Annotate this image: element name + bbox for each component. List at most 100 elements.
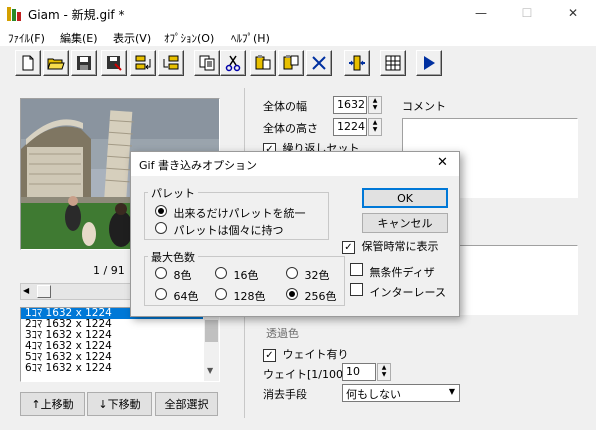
save-as-icon <box>107 56 122 71</box>
colors-16-radio[interactable]: 16色 <box>215 267 259 283</box>
wait-enabled-checkbox[interactable]: ✓ ウェイト有り <box>263 346 349 362</box>
export-frames-button[interactable] <box>158 50 184 76</box>
menu-bar: ﾌｧｲﾙ(F) 編集(E) 表示(V) ｵﾌﾟｼｮﾝ(O) ﾍﾙﾌﾟ(H) <box>0 28 596 46</box>
wait-input[interactable]: 10 <box>342 363 376 381</box>
total-height-input[interactable]: 1224 <box>333 118 367 136</box>
palette-individual-label: パレットは個々に持つ <box>173 224 284 237</box>
new-file-icon <box>22 55 34 71</box>
open-button[interactable] <box>43 50 69 76</box>
delete-x-icon <box>312 56 326 70</box>
dialog-title: Gif 書き込みオプション <box>139 159 257 172</box>
cancel-button[interactable]: キャンセル <box>362 213 448 233</box>
colors-32-radio[interactable]: 32色 <box>286 267 330 283</box>
transparent-color-label: 透過色 <box>266 327 299 340</box>
always-show-checkbox[interactable]: ✓ 保管時常に表示 <box>342 238 439 254</box>
menu-help[interactable]: ﾍﾙﾌﾟ(H) <box>231 30 270 46</box>
new-file-button[interactable] <box>15 50 41 76</box>
total-width-input[interactable]: 1632 <box>333 96 367 114</box>
disposal-select[interactable]: 何もしない ▼ <box>342 384 460 402</box>
select-all-button[interactable]: 全部選択 <box>155 392 218 416</box>
colors-64-radio-dot[interactable] <box>155 288 167 300</box>
maximize-button[interactable]: ☐ <box>504 0 550 28</box>
giam-app-icon <box>7 7 21 21</box>
save-as-button[interactable] <box>101 50 127 76</box>
palette-unify-label: 出来るだけパレットを統一 <box>173 207 306 220</box>
page-counter: 1 / 91 <box>93 264 125 277</box>
total-height-spinner[interactable]: ▲ ▼ <box>368 118 382 136</box>
delete-button[interactable] <box>306 50 332 76</box>
colors-256-radio[interactable]: 256色 <box>286 288 337 304</box>
scroll-left-icon[interactable]: ◀ <box>23 286 29 295</box>
copy-icon <box>199 55 215 71</box>
colors-32-label: 32色 <box>304 269 330 282</box>
colors-16-label: 16色 <box>233 269 259 282</box>
export-icon <box>163 55 179 70</box>
wait-unit-label: ウェイト[1/100s] <box>263 368 354 381</box>
colors-64-label: 64色 <box>173 290 199 303</box>
paste-before-button[interactable] <box>250 50 276 76</box>
cut-button[interactable] <box>220 50 246 76</box>
menu-options[interactable]: ｵﾌﾟｼｮﾝ(O) <box>164 30 214 46</box>
disposal-label: 消去手段 <box>263 388 307 401</box>
menu-view[interactable]: 表示(V) <box>113 30 151 46</box>
colors-256-radio-dot[interactable] <box>286 288 298 300</box>
dialog-title-bar: Gif 書き込みオプション ✕ <box>131 152 459 176</box>
colors-128-radio[interactable]: 128色 <box>215 288 266 304</box>
colors-8-radio[interactable]: 8色 <box>155 267 192 283</box>
minimize-button[interactable]: — <box>458 0 504 28</box>
dialog-close-icon[interactable]: ✕ <box>437 155 448 170</box>
frame-list[interactable]: 1ｺﾏ 1632 x 1224 2ｺﾏ 1632 x 1224 3ｺﾏ 1632… <box>20 307 220 382</box>
move-down-button[interactable]: ↓下移動 <box>87 392 152 416</box>
frame-list-item[interactable]: 6ｺﾏ 1632 x 1224 <box>21 363 203 374</box>
interlace-check[interactable] <box>350 283 363 296</box>
colors-128-label: 128色 <box>233 290 266 303</box>
scissors-icon <box>225 55 241 72</box>
palette-individual-radio[interactable]: パレットは個々に持つ <box>155 222 284 238</box>
colors-64-radio[interactable]: 64色 <box>155 288 199 304</box>
fit-button[interactable] <box>344 50 370 76</box>
scroll-down-icon[interactable]: ▼ <box>207 366 213 375</box>
wait-enabled-check[interactable]: ✓ <box>263 349 276 362</box>
save-icon <box>77 56 91 70</box>
gif-options-dialog: Gif 書き込みオプション ✕ パレット 出来るだけパレットを統一 パレットは個… <box>130 151 460 317</box>
comment-label: コメント <box>402 100 446 113</box>
no-dither-check[interactable] <box>350 263 363 276</box>
title-bar: Giam - 新規.gif * — ☐ ✕ <box>0 0 596 28</box>
no-dither-checkbox[interactable]: 無条件ディザ <box>350 263 435 280</box>
colors-32-radio-dot[interactable] <box>286 267 298 279</box>
always-show-check[interactable]: ✓ <box>342 241 355 254</box>
list-scrollbar[interactable]: ▼ <box>204 308 219 381</box>
open-folder-icon <box>47 58 65 70</box>
colors-8-label: 8色 <box>173 269 192 282</box>
palette-unify-radio-dot[interactable] <box>155 205 167 217</box>
paste-after-button[interactable] <box>278 50 304 76</box>
wait-spinner[interactable]: ▲ ▼ <box>377 363 391 381</box>
import-frames-button[interactable] <box>130 50 156 76</box>
play-icon <box>424 56 435 70</box>
copy-button[interactable] <box>194 50 220 76</box>
menu-file[interactable]: ﾌｧｲﾙ(F) <box>8 30 45 46</box>
total-width-spinner[interactable]: ▲ ▼ <box>368 96 382 114</box>
scrollbar-thumb[interactable] <box>37 285 51 298</box>
no-dither-label: 無条件ディザ <box>369 266 435 279</box>
paste-before-icon <box>255 55 271 70</box>
move-up-button[interactable]: ↑上移動 <box>20 392 85 416</box>
colors-128-radio-dot[interactable] <box>215 288 227 300</box>
interlace-checkbox[interactable]: インターレース <box>350 283 446 300</box>
play-button[interactable] <box>416 50 442 76</box>
colors-16-radio-dot[interactable] <box>215 267 227 279</box>
total-height-label: 全体の高さ <box>263 122 318 135</box>
palette-unify-radio[interactable]: 出来るだけパレットを統一 <box>155 205 306 221</box>
palette-individual-radio-dot[interactable] <box>155 222 167 234</box>
chevron-down-icon: ▼ <box>448 387 455 396</box>
menu-edit[interactable]: 編集(E) <box>60 30 98 46</box>
close-window-button[interactable]: ✕ <box>550 0 596 28</box>
colors-8-radio-dot[interactable] <box>155 267 167 279</box>
ok-button[interactable]: OK <box>362 188 448 208</box>
paste-after-icon <box>283 55 299 70</box>
save-button[interactable] <box>71 50 97 76</box>
grid-icon <box>385 55 401 71</box>
list-scroll-thumb[interactable] <box>205 320 218 342</box>
max-colors-group-label: 最大色数 <box>148 249 198 265</box>
grid-button[interactable] <box>380 50 406 76</box>
